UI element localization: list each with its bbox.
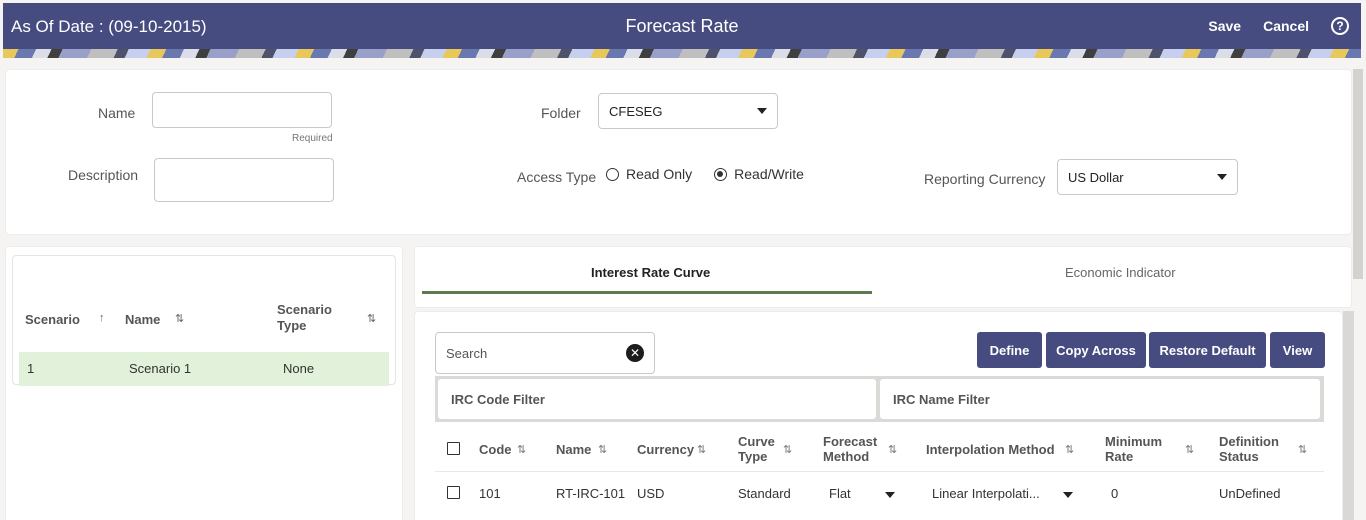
sort-icon[interactable]: ⇅ — [1298, 443, 1307, 456]
cell-type: None — [283, 361, 315, 376]
col-header-code[interactable]: Code — [479, 442, 512, 457]
filter-bar: IRC Code Filter IRC Name Filter — [435, 376, 1324, 422]
definition-status-line2: Status — [1219, 449, 1259, 464]
view-button[interactable]: View — [1270, 332, 1325, 368]
sort-icon[interactable]: ⇅ — [888, 443, 897, 456]
sort-icon[interactable]: ⇅ — [517, 443, 526, 456]
cell-definition-status: UnDefined — [1219, 486, 1281, 501]
folder-label: Folder — [541, 105, 581, 121]
page-title: Forecast Rate — [625, 16, 739, 36]
col-header-currency[interactable]: Currency — [637, 442, 694, 457]
select-all-checkbox[interactable] — [447, 442, 460, 455]
cell-currency: USD — [637, 486, 665, 501]
col-header-scenario-type[interactable]: Scenario Type — [277, 302, 337, 334]
curve-type-line2: Type — [738, 449, 768, 464]
irc-name-filter[interactable]: IRC Name Filter — [880, 379, 1320, 419]
sort-icon[interactable]: ⇅ — [783, 443, 792, 456]
define-button[interactable]: Define — [977, 332, 1042, 368]
chevron-down-icon — [1217, 174, 1227, 180]
access-type-radio-group: Read Only Read/Write — [606, 166, 804, 182]
cell-curve-type: Standard — [738, 486, 791, 501]
folder-select[interactable]: CFESEG — [598, 93, 778, 129]
tab-economic-indicator[interactable]: Economic Indicator — [1065, 265, 1176, 280]
interpolation-method-select[interactable]: Linear Interpolati... — [932, 486, 1040, 501]
tab-bar: Interest Rate Curve Economic Indicator — [414, 246, 1352, 308]
radio-read-write-label: Read/Write — [734, 166, 804, 182]
radio-selected-icon — [714, 167, 728, 181]
cancel-button[interactable]: Cancel — [1263, 18, 1309, 34]
definition-form: Name Required Description Folder CFESEG … — [5, 69, 1352, 235]
cell-scenario: 1 — [27, 361, 35, 376]
forecast-method-line1: Forecast — [823, 434, 878, 449]
grid-scrollbar[interactable] — [1343, 311, 1354, 520]
scenario-table: Scenario ↑ Name ⇅ Scenario Type ⇅ 1 Scen… — [12, 255, 396, 386]
search-input[interactable]: Search ✕ — [435, 332, 655, 374]
radio-read-write[interactable]: Read/Write — [714, 166, 804, 182]
forecast-method-select[interactable]: Flat — [829, 486, 851, 501]
sort-icon[interactable]: ⇅ — [1185, 443, 1194, 456]
irc-grid-panel: Search ✕ Define Copy Across Restore Defa… — [414, 311, 1343, 520]
irc-code-filter[interactable]: IRC Code Filter — [438, 379, 876, 419]
header-divider — [435, 471, 1324, 472]
active-tab-indicator — [422, 291, 872, 294]
reporting-currency-label: Reporting Currency — [924, 171, 1046, 187]
table-row[interactable]: 1 Scenario 1 None — [19, 352, 389, 386]
description-label: Description — [68, 167, 139, 183]
sort-icon[interactable]: ⇅ — [367, 312, 376, 325]
help-icon[interactable]: ? — [1331, 17, 1349, 35]
cell-minimum-rate: 0 — [1111, 486, 1119, 501]
curve-type-line1: Curve — [738, 434, 775, 449]
cell-name: Scenario 1 — [129, 361, 192, 376]
sort-asc-icon[interactable]: ↑ — [99, 312, 105, 324]
save-button[interactable]: Save — [1208, 18, 1241, 34]
page-scrollbar[interactable] — [1353, 69, 1363, 279]
folder-value: CFESEG — [609, 103, 663, 119]
col-header-minimum-rate[interactable]: Minimum Rate — [1105, 434, 1162, 464]
cell-name: RT-IRC-101 — [556, 486, 626, 501]
description-input[interactable] — [154, 158, 334, 202]
col-header-curve-type[interactable]: Curve Type — [738, 434, 775, 464]
definition-status-line1: Definition — [1219, 434, 1279, 449]
row-checkbox[interactable] — [447, 486, 460, 499]
clear-icon[interactable]: ✕ — [626, 344, 644, 362]
forecast-method-line2: Method — [823, 449, 870, 464]
reporting-currency-select[interactable]: US Dollar — [1057, 159, 1238, 195]
col-header-name[interactable]: Name — [125, 312, 160, 327]
sort-icon[interactable]: ⇅ — [697, 443, 706, 456]
col-header-name[interactable]: Name — [556, 442, 591, 457]
col-header-interpolation-method[interactable]: Interpolation Method — [926, 442, 1055, 457]
radio-unselected-icon — [606, 167, 619, 181]
access-type-label: Access Type — [517, 169, 597, 185]
sort-icon[interactable]: ⇅ — [1065, 443, 1074, 456]
chevron-down-icon[interactable] — [1063, 492, 1073, 498]
radio-read-only-label: Read Only — [626, 166, 693, 182]
sort-icon[interactable]: ⇅ — [175, 312, 184, 325]
decorative-banner — [3, 49, 1361, 58]
minimum-rate-line2: Rate — [1105, 449, 1134, 464]
chevron-down-icon — [757, 108, 767, 114]
scenario-panel: Scenario ↑ Name ⇅ Scenario Type ⇅ 1 Scen… — [5, 246, 403, 520]
sort-icon[interactable]: ⇅ — [598, 443, 607, 456]
restore-default-button[interactable]: Restore Default — [1149, 332, 1266, 368]
reporting-currency-value: US Dollar — [1068, 169, 1124, 185]
col-header-definition-status[interactable]: Definition Status — [1219, 434, 1279, 464]
as-of-date: As Of Date : (09-10-2015) — [11, 17, 207, 36]
name-label: Name — [98, 105, 136, 121]
radio-read-only[interactable]: Read Only — [606, 166, 692, 182]
name-input[interactable] — [152, 92, 332, 128]
name-required-hint: Required — [292, 133, 333, 144]
minimum-rate-line1: Minimum — [1105, 434, 1163, 449]
copy-across-button[interactable]: Copy Across — [1046, 332, 1146, 368]
cell-code: 101 — [479, 486, 501, 501]
search-placeholder: Search — [446, 345, 488, 361]
col-header-forecast-method[interactable]: Forecast Method — [823, 434, 877, 464]
col-header-scenario[interactable]: Scenario — [25, 312, 80, 327]
chevron-down-icon[interactable] — [885, 492, 895, 498]
app-header: As Of Date : (09-10-2015) Forecast Rate … — [3, 3, 1361, 49]
header-actions: Save Cancel ? — [1208, 17, 1349, 35]
tab-interest-rate-curve[interactable]: Interest Rate Curve — [591, 265, 710, 280]
